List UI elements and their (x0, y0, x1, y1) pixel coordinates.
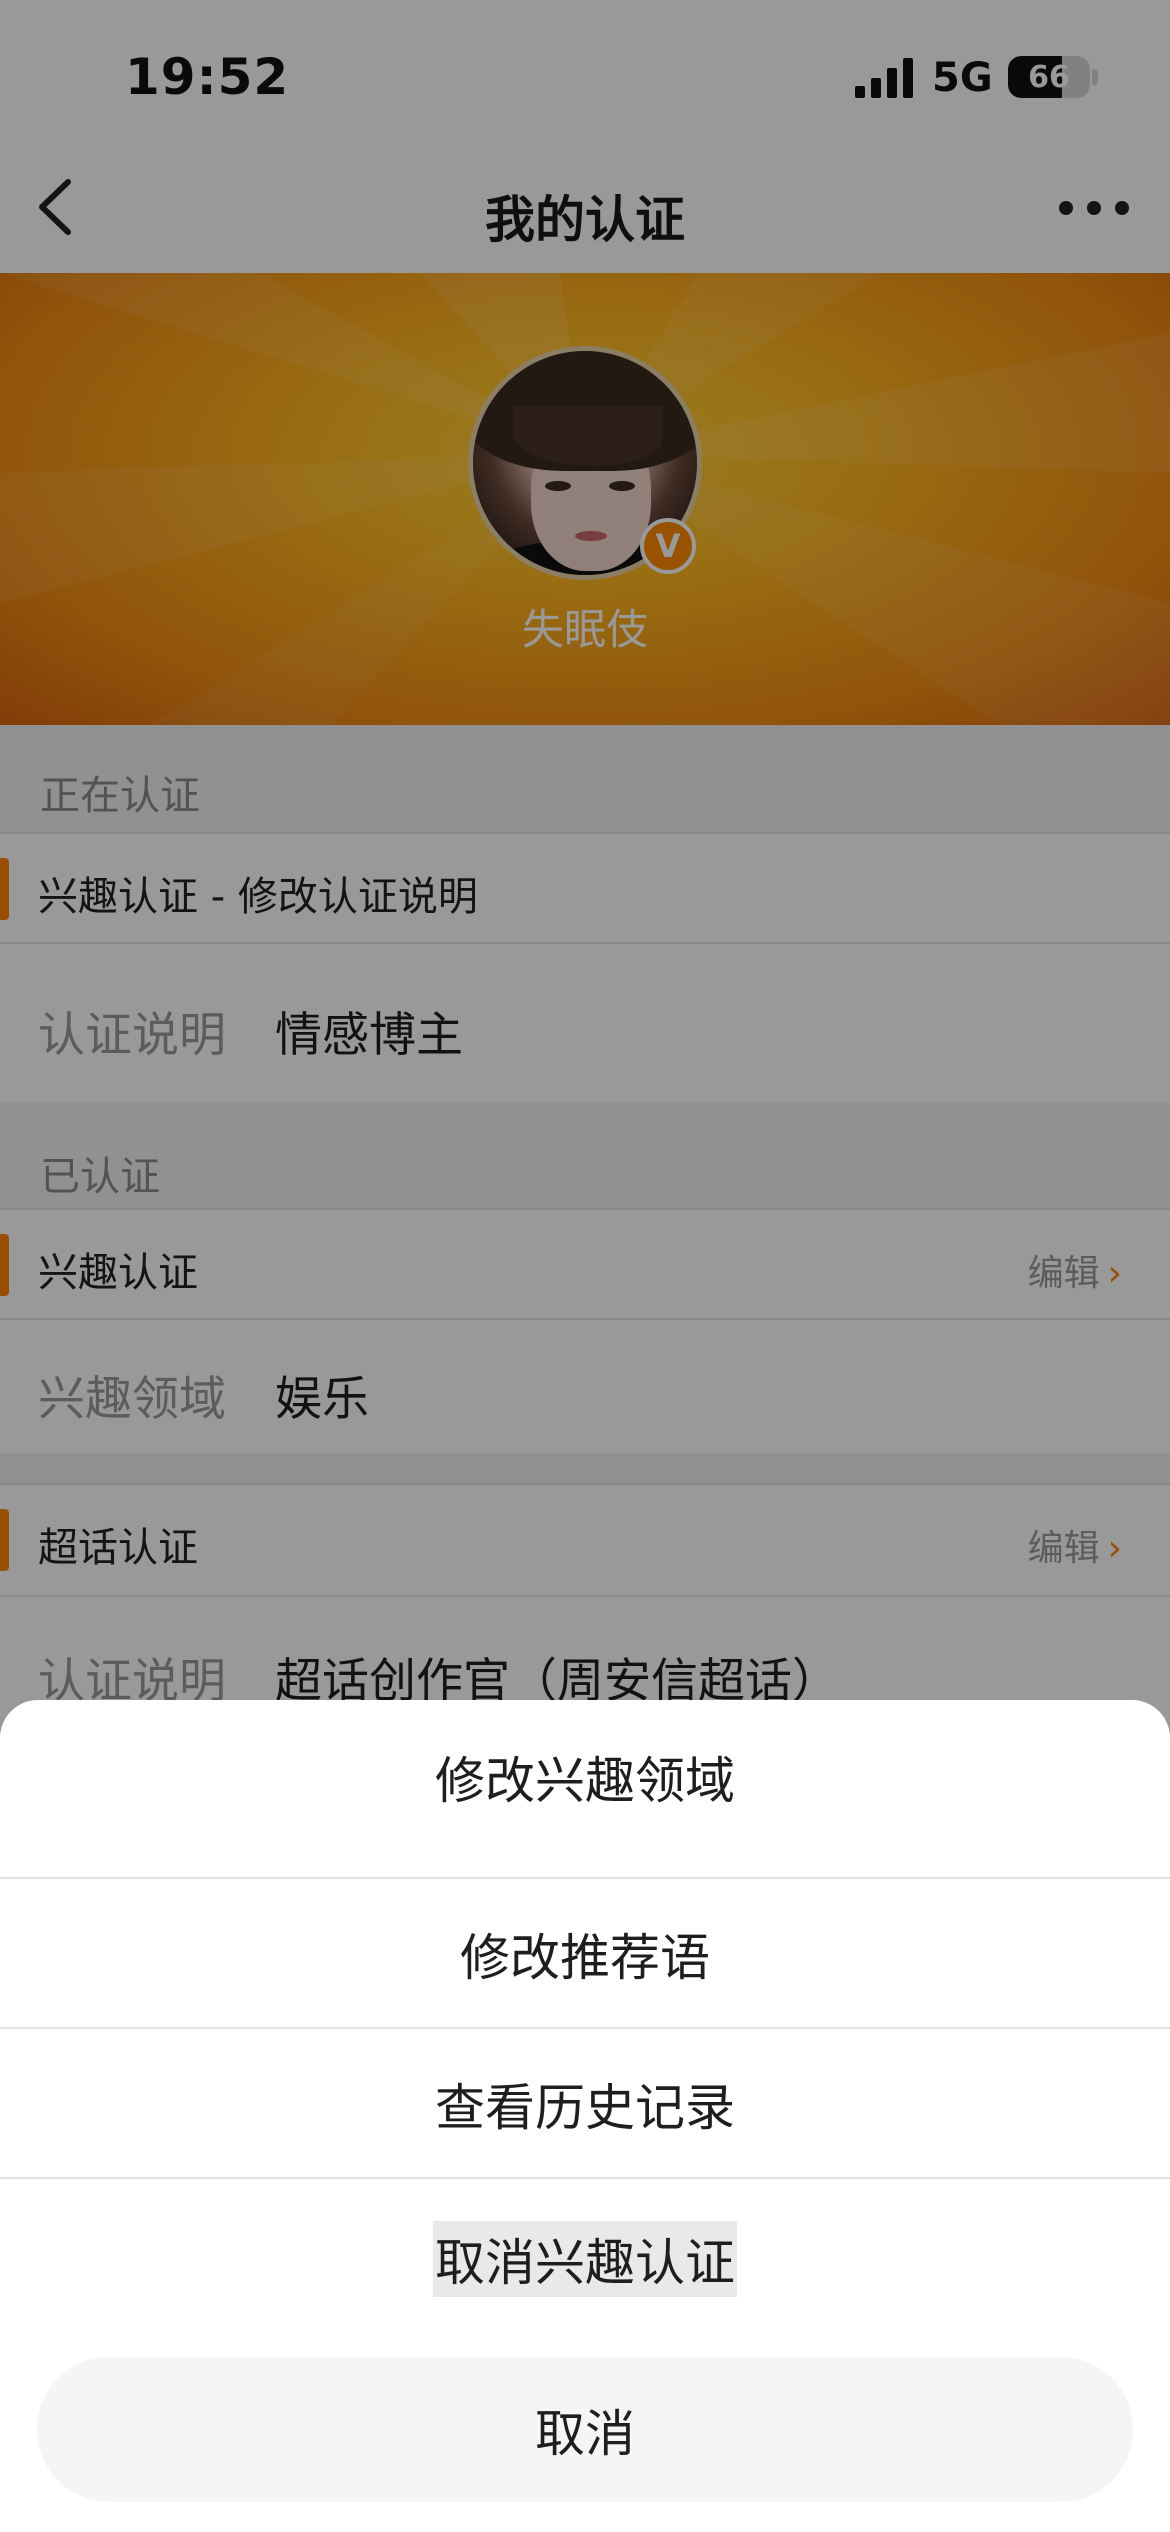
action-sheet: 修改兴趣领域 修改推荐语 查看历史记录 取消兴趣认证 取消 (0, 1700, 1170, 2532)
action-label: 查看历史记录 (435, 2079, 735, 2137)
action-label: 修改兴趣领域 (435, 1752, 735, 1810)
action-edit-interest-field[interactable]: 修改兴趣领域 (0, 1702, 1170, 1852)
action-edit-recommendation[interactable]: 修改推荐语 (0, 1879, 1170, 2029)
cancel-button[interactable]: 取消 (37, 2357, 1133, 2502)
action-view-history[interactable]: 查看历史记录 (0, 2029, 1170, 2179)
action-label: 修改推荐语 (460, 1929, 710, 1987)
action-label: 取消兴趣认证 (433, 2221, 737, 2297)
divider (0, 2177, 1170, 2179)
action-cancel-interest-verification[interactable]: 取消兴趣认证 (0, 2184, 1170, 2334)
